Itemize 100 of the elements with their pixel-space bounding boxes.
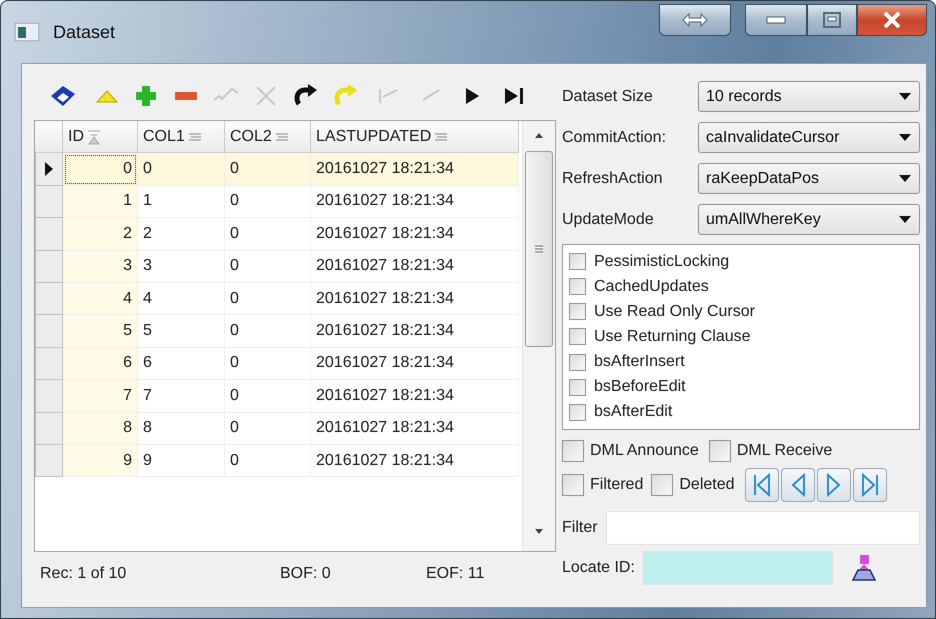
checkbox-label[interactable]: bsAfterInsert	[594, 353, 685, 372]
nav-button[interactable]	[816, 468, 851, 502]
eof-value: EOF: 11	[426, 565, 484, 582]
checkbox-label[interactable]: Use Read Only Cursor	[594, 302, 755, 321]
resize-button[interactable]	[659, 4, 731, 36]
table-cell: 0	[225, 444, 311, 478]
nav-button[interactable]	[852, 468, 887, 502]
dropdown[interactable]: 10 records	[698, 81, 920, 112]
caret-icon	[899, 134, 911, 142]
table-cell: 7	[63, 380, 138, 413]
row-indicator[interactable]	[35, 153, 63, 186]
row-pointer-icon	[44, 161, 54, 178]
table-cell: 1	[63, 186, 138, 218]
table-cell: 7	[138, 380, 225, 413]
minimize-button[interactable]	[745, 4, 807, 36]
table-cell: 8	[63, 412, 138, 445]
maximize-button[interactable]	[807, 4, 857, 36]
back-icon	[790, 473, 806, 497]
table-cell: 20161027 18:21:34	[311, 282, 519, 316]
checkbox-label[interactable]: CachedUpdates	[594, 278, 709, 296]
skip-back-icon	[752, 473, 772, 497]
header-corner	[35, 121, 63, 154]
setting-label: UpdateMode	[562, 210, 655, 228]
table-cell: 0	[63, 153, 138, 186]
header-label: COL1	[143, 128, 185, 146]
locate-label: Locate ID:	[562, 559, 635, 577]
table-cell: 5	[63, 315, 138, 348]
table-cell: 8	[138, 412, 225, 445]
checkbox-label[interactable]: Deleted	[679, 476, 735, 494]
checkbox-label[interactable]: bsBeforeEdit	[594, 378, 686, 396]
header-label: COL2	[230, 128, 272, 146]
checkbox-label[interactable]: PessimisticLocking	[594, 252, 730, 271]
record-count: Rec: 1 of 10	[40, 565, 126, 582]
table-cell: 0	[225, 282, 311, 316]
eraser-icon[interactable]	[49, 84, 77, 108]
dropdown[interactable]: raKeepDataPos	[698, 163, 920, 194]
checkbox[interactable]	[569, 354, 586, 371]
skip-forward-icon[interactable]	[503, 87, 525, 105]
close-button[interactable]	[857, 4, 927, 36]
checkbox-label[interactable]: Use Returning Clause	[594, 328, 751, 346]
table-cell: 0	[225, 250, 311, 283]
checkbox[interactable]	[569, 378, 586, 396]
table-cell: 5	[138, 315, 225, 348]
checkbox-label[interactable]: Filtered	[590, 476, 644, 494]
table-cell: 20161027 18:21:34	[311, 250, 519, 283]
plus-icon[interactable]	[135, 85, 157, 107]
table-cell: 20161027 18:21:34	[311, 153, 519, 186]
table-cell: 0	[225, 315, 311, 348]
table-cell: 0	[138, 153, 225, 186]
checkbox[interactable]	[651, 474, 674, 496]
checkbox[interactable]	[562, 474, 584, 496]
table-cell: 0	[225, 218, 311, 251]
skip-forward-icon	[860, 473, 880, 497]
checkbox[interactable]	[569, 278, 586, 296]
filter-field[interactable]	[606, 511, 920, 545]
caret-icon	[899, 216, 911, 224]
table-cell: 3	[63, 250, 138, 283]
double-arrow-icon	[682, 13, 708, 27]
table-cell: 4	[63, 282, 138, 316]
column-header[interactable]: COL1	[138, 121, 225, 154]
close-icon	[881, 11, 903, 29]
setting-label: RefreshAction	[562, 170, 664, 188]
table-cell: 6	[138, 348, 225, 380]
table-cell: 20161027 18:21:34	[311, 412, 519, 445]
scrollbar[interactable]	[522, 121, 555, 551]
column-header[interactable]: ID	[63, 121, 138, 154]
checkbox[interactable]	[569, 328, 586, 346]
checkbox[interactable]	[569, 253, 586, 270]
nav-button[interactable]	[780, 468, 815, 502]
table-cell: 6	[63, 348, 138, 380]
checkbox[interactable]	[562, 440, 584, 462]
nav-button[interactable]	[744, 468, 779, 502]
table-cell: 20161027 18:21:34	[311, 218, 519, 251]
scroll-thumb[interactable]	[525, 151, 553, 347]
play-icon[interactable]	[464, 87, 480, 105]
caret-icon	[899, 92, 911, 100]
locate-field[interactable]	[642, 551, 833, 585]
table-cell: 0	[225, 186, 311, 218]
checkbox-label[interactable]: DML Announce	[590, 442, 699, 460]
table-cell: 3	[138, 250, 225, 283]
play-icon	[826, 473, 842, 497]
checkbox[interactable]	[569, 303, 586, 320]
filter-label: Filter	[562, 519, 598, 537]
checkbox[interactable]	[569, 404, 586, 421]
checkbox-label[interactable]: DML Receive	[736, 442, 832, 460]
caret-icon	[899, 174, 911, 182]
table-cell: 9	[63, 444, 138, 478]
refresh-icon[interactable]	[293, 84, 319, 108]
maximize-icon	[823, 12, 841, 28]
dropdown[interactable]: umAllWhereKey	[698, 204, 920, 235]
checkbox[interactable]	[708, 440, 731, 462]
locate-icon[interactable]	[850, 554, 877, 582]
table-cell: 0	[225, 153, 311, 186]
minus-icon[interactable]	[174, 91, 198, 101]
checkbox-label[interactable]: bsAfterEdit	[594, 403, 672, 422]
triangle-icon[interactable]	[95, 89, 119, 103]
column-header[interactable]: COL2	[225, 121, 311, 154]
table-cell: 2	[138, 218, 225, 251]
dropdown[interactable]: caInvalidateCursor	[698, 122, 920, 153]
column-header[interactable]: LASTUPDATED	[311, 121, 519, 154]
